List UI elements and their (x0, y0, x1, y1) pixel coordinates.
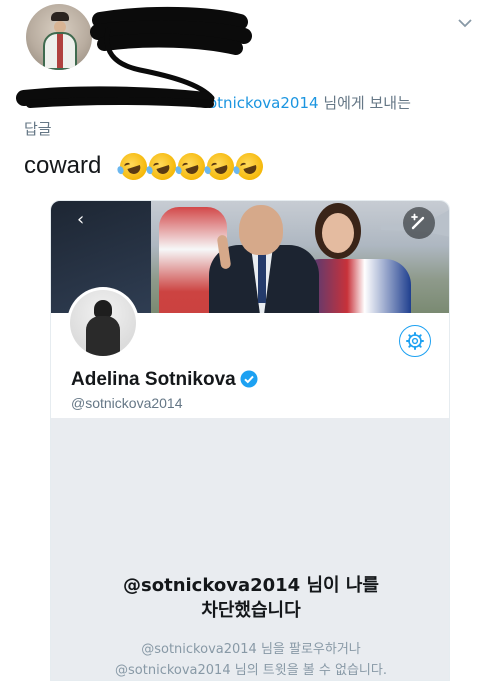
embedded-profile-screenshot[interactable]: ‹ Adelina Sotnikova @sotnickova2014 @sot… (50, 200, 450, 681)
blocked-sub-line1: @sotnickova2014 님을 팔로우하거나 (141, 642, 361, 657)
rolling-on-the-floor-laughing-emoji (174, 149, 209, 184)
chevron-down-icon[interactable] (458, 16, 472, 30)
compose-icon[interactable] (403, 207, 435, 239)
blocked-title: @sotnickova2014 님이 나를 차단했습니다 (51, 573, 449, 623)
blocked-sub-line2: @sotnickova2014 님의 트윗을 볼 수 없습니다. (115, 663, 387, 678)
blocked-subtitle: @sotnickova2014 님을 팔로우하거나 @sotnickova201… (51, 639, 449, 680)
profile-name: Adelina Sotnikova (71, 369, 258, 391)
rolling-on-the-floor-laughing-emoji (145, 149, 180, 184)
reply-suffix: 님에게 보내는 (318, 94, 411, 112)
rolling-on-the-floor-laughing-emoji (232, 149, 267, 184)
rolling-on-the-floor-laughing-emoji (203, 149, 238, 184)
profile-name-text: Adelina Sotnikova (71, 369, 236, 390)
back-arrow-icon[interactable]: ‹ (77, 211, 91, 229)
blocked-title-line1: @sotnickova2014 님이 나를 (123, 575, 379, 596)
redaction-scribble (16, 6, 252, 108)
blocked-title-line2: 차단했습니다 (201, 600, 301, 621)
reply-line-2: 답글 (24, 120, 52, 138)
verified-badge-icon (240, 370, 258, 388)
emoji-row (116, 149, 267, 184)
profile-avatar[interactable] (67, 287, 139, 359)
rolling-on-the-floor-laughing-emoji (116, 149, 151, 184)
tweet-text: coward (24, 152, 102, 179)
gear-icon[interactable] (399, 325, 431, 357)
profile-handle: @sotnickova2014 (71, 395, 183, 411)
